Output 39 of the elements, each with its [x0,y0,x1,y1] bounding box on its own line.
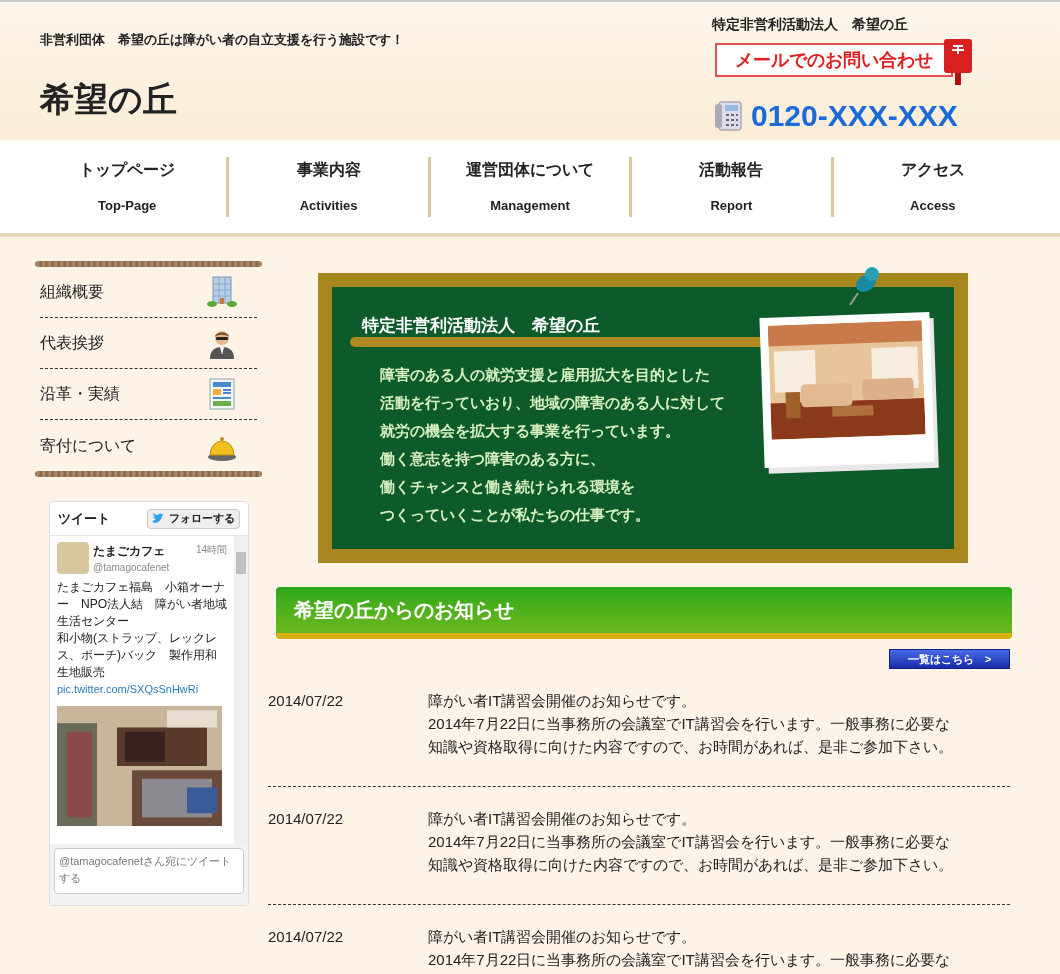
news-date: 2014/07/22 [268,927,345,947]
sidebar-menu-item[interactable]: 寄付について [40,420,257,471]
telephone-icon [715,99,743,132]
news-text: 障がい者IT講習会開催のお知らせです。 2014年7月22日に当事務所の会議室でIT講習会を行います。一般事務に必要な [428,927,950,970]
bird-icon [152,513,165,524]
nav-link[interactable]: 活動報告 Report [632,157,831,216]
nav-link[interactable]: アクセス Access [833,157,1033,216]
org-name: 特定非営利活動法人 希望の丘 [712,15,908,34]
tweet-author: たまごカフェ [93,543,165,560]
tweet-link[interactable]: pic.twitter.com/SXQsSnHwRi [57,681,227,698]
sidebar-menu-item[interactable]: 沿革・実績 [40,369,257,420]
tweet-time: 14時間 [195,543,227,557]
sidebar-menu-item[interactable]: 代表挨拶 [40,318,257,369]
nav-link[interactable]: 事業内容 Activities [229,157,428,216]
avatar [57,542,89,574]
site-title: 希望の丘 [40,78,178,120]
board-text: 障害のある人の就労支援と雇用拡大を目的とした 活動を行っていおり、地域の障害のある人に対して 就労の機会を拡大する事業を行っています。 働く意志を持つ障害のある方に、 働くチャンスと働き続けられる環境を つくっていくことが私たちの仕事です。 [380,364,726,525]
nav-link[interactable]: 運営団体について Management [430,157,630,216]
tweet-handle: @tamagocafenet [93,561,171,575]
tweet-input[interactable]: @tamagocafenetさん宛にツイートする [54,848,244,894]
news-text: 障がい者IT講習会開催のお知らせです。 2014年7月22日に当事務所の会議室でIT講習会を行います。一般事務に必要な 知識や資格取得に向けた内容ですので、お時間があれば、是非ご参加下さい。 [428,691,953,757]
tweet-text: たまごカフェ福島 小箱オーナー NPO法人結 障がい者地域生活センター 和小物(ストラップ、レックレス、ポーチ)バック 製作用和生地販売 [57,579,227,681]
mailbox-icon [943,39,973,85]
contact-button[interactable]: メールでのお問い合わせ [715,43,953,77]
nav-link[interactable]: トップページ Top-Page [28,157,227,216]
sidebar-menu-item[interactable]: 組織概要 [40,267,257,318]
scrollbar[interactable] [234,536,248,844]
news-date: 2014/07/22 [268,809,345,829]
phone-number: 0120-XXX-XXX [751,98,958,134]
section-title: 希望の丘からのお知らせ [294,598,514,623]
view-all-button[interactable]: 一覧はこちら > [889,649,1010,669]
widget-title: ツイート [58,509,110,528]
follow-button[interactable]: フォローする [147,508,240,529]
tagline: 非営利団体 希望の丘は障がい者の自立支援を行う施設です！ [40,31,404,49]
building-icon [207,276,237,308]
news-text: 障がい者IT講習会開催のお知らせです。 2014年7月22日に当事務所の会議室でIT講習会を行います。一般事務に必要な 知識や資格取得に向けた内容ですので、お時間があれば、是非ご参加下さい。 [428,809,953,875]
board-title: 特定非営利活動法人 希望の丘 [362,315,601,337]
news-date: 2014/07/22 [268,691,345,711]
document-icon [207,378,237,410]
